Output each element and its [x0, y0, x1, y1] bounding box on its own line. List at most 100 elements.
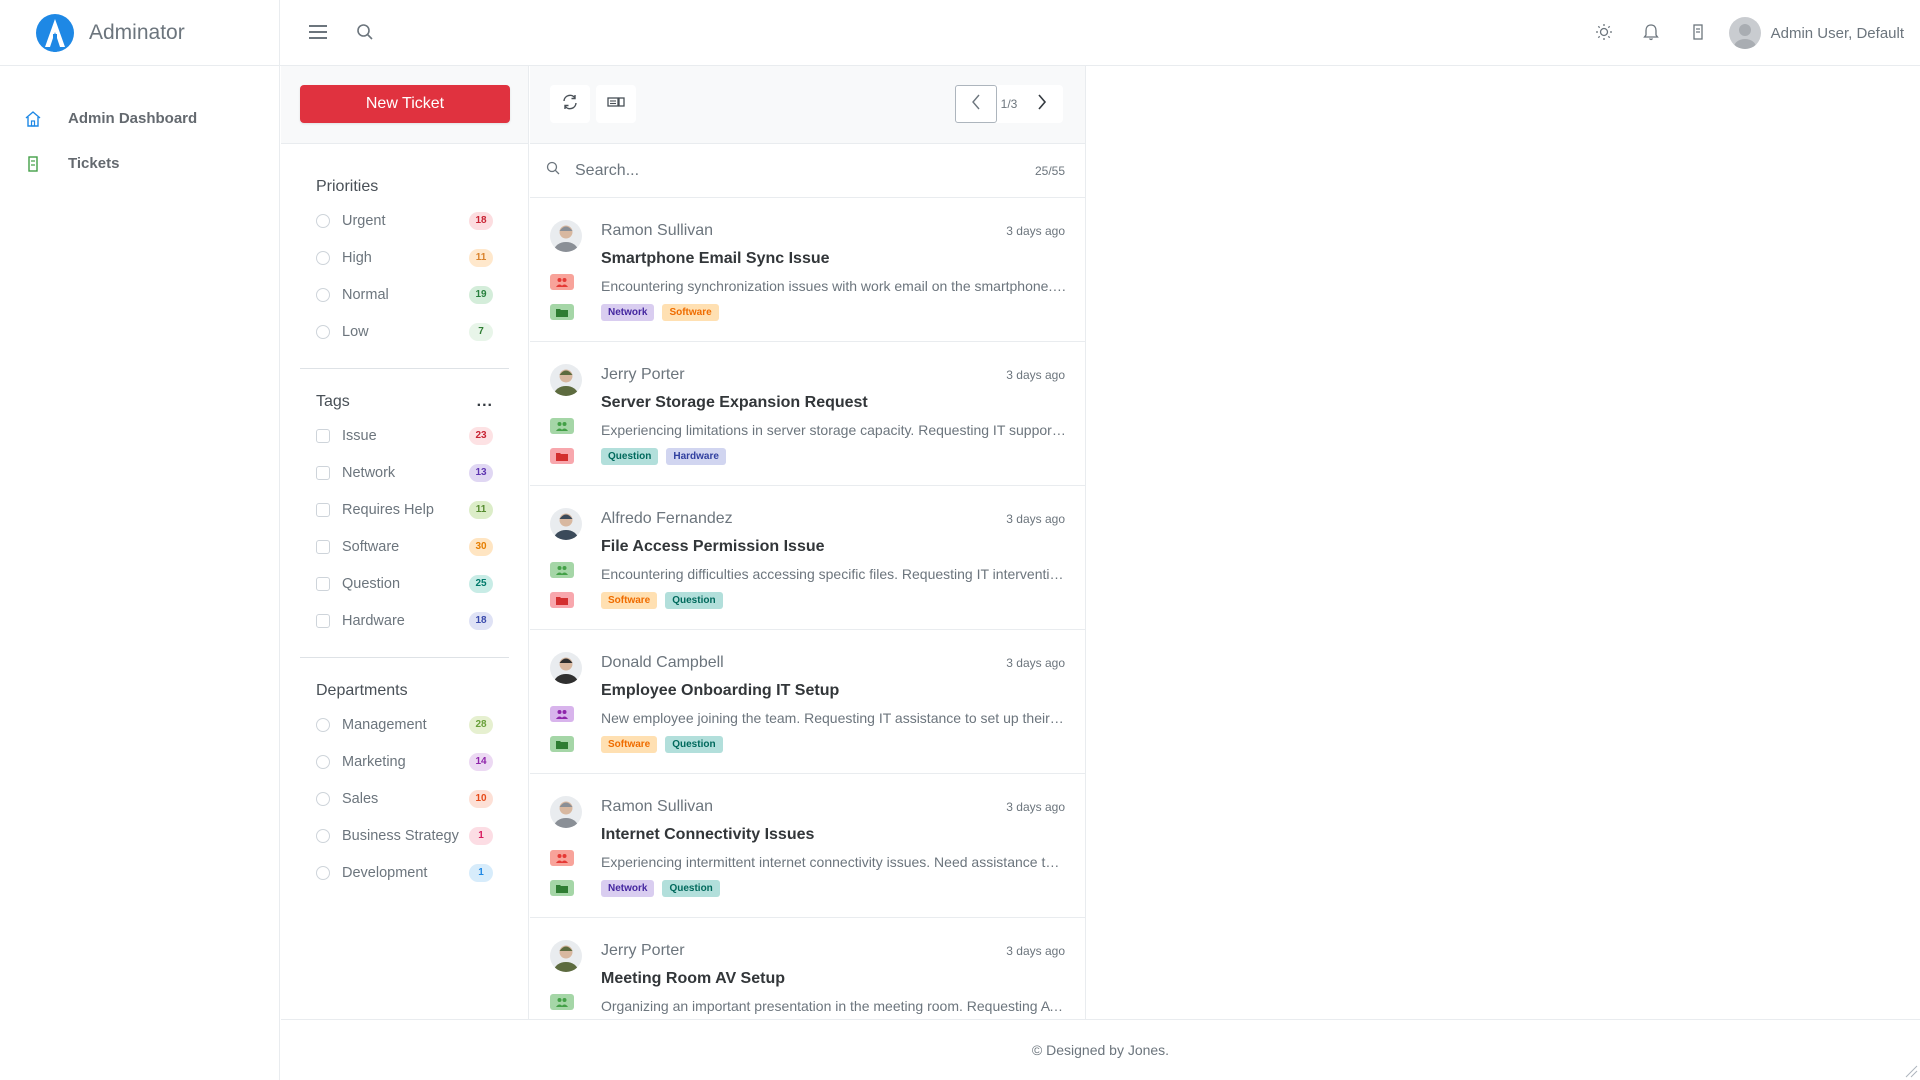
- radio-button[interactable]: [316, 791, 330, 806]
- tag-badge: Hardware: [666, 448, 726, 465]
- toggle-view-button[interactable]: [596, 85, 636, 123]
- checkbox[interactable]: [316, 465, 330, 480]
- tag-filter-network[interactable]: Network 13: [300, 454, 509, 491]
- more-icon[interactable]: ...: [477, 393, 493, 411]
- tag-badge: Software: [601, 736, 658, 753]
- ticket-row[interactable]: Ramon Sullivan 3 days ago Smartphone Email…: [530, 198, 1085, 342]
- brand-logo-area[interactable]: Adminator: [0, 0, 280, 66]
- ticket-tags: Software Question: [601, 736, 723, 753]
- checkbox[interactable]: [316, 576, 330, 591]
- count-badge: 25: [469, 574, 493, 593]
- radio-button[interactable]: [316, 828, 330, 843]
- home-icon: [24, 110, 42, 128]
- avatar: [550, 364, 582, 396]
- filter-label: Marketing: [342, 753, 406, 770]
- ticket-title: File Access Permission Issue: [601, 538, 825, 555]
- avatar: [1728, 17, 1761, 49]
- sidebar-item-label: Admin Dashboard: [68, 110, 198, 127]
- divider: [300, 368, 509, 369]
- ticket-search-input[interactable]: [575, 161, 1035, 180]
- tag-filter-hardware[interactable]: Hardware 18: [300, 602, 509, 639]
- priorities-filter: Priorities Urgent 18 High 11 Normal 19 Low 7: [281, 172, 528, 350]
- prev-page-button[interactable]: [955, 85, 997, 123]
- filter-label: High: [342, 249, 372, 266]
- bookmark-icon[interactable]: [1686, 20, 1710, 44]
- department-filter-marketing[interactable]: Marketing 14: [300, 743, 509, 780]
- result-count: 25/55: [1034, 163, 1065, 178]
- ticket-row[interactable]: Donald Campbell 3 days ago Employee Onboar…: [530, 630, 1085, 774]
- ticket-title: Internet Connectivity Issues: [601, 826, 815, 843]
- ticket-time: 3 days ago: [1006, 512, 1065, 526]
- ticket-row[interactable]: Jerry Porter 3 days ago Server Storage Exp…: [530, 342, 1085, 486]
- resize-grip-icon[interactable]: [1904, 1064, 1918, 1078]
- ticket-requester: Ramon Sullivan: [601, 222, 714, 239]
- count-badge: 13: [469, 463, 493, 482]
- search-icon[interactable]: [353, 20, 377, 44]
- departments-filter: Departments Management 28 Marketing 14 Sales…: [281, 676, 528, 891]
- ticket-row[interactable]: Alfredo Fernandez 3 days ago File Access P…: [530, 486, 1085, 630]
- ticket-row[interactable]: Ramon Sullivan 3 days ago Internet Connect…: [530, 774, 1085, 918]
- filter-label: Low: [342, 323, 369, 340]
- sidebar-item-admin-dashboard[interactable]: Admin Dashboard: [0, 96, 279, 141]
- ticket-tags: Network Question: [601, 880, 720, 897]
- tag-badge: Question: [665, 736, 723, 753]
- sidebar-item-tickets[interactable]: Tickets: [0, 141, 279, 186]
- ticket-row[interactable]: Jerry Porter 3 days ago Meeting Room AV Se…: [530, 918, 1085, 1019]
- chevron-right-icon: [1037, 93, 1047, 115]
- folder-icon: [550, 880, 574, 896]
- new-ticket-button[interactable]: New Ticket: [300, 85, 510, 123]
- ticket-list-panel: 1/3 25/55 Ramon Sullivan 3 days ago Smartp…: [530, 66, 1086, 1019]
- sun-icon[interactable]: [1592, 20, 1616, 44]
- priority-filter-low[interactable]: Low 7: [300, 313, 509, 350]
- next-page-button[interactable]: [1021, 85, 1063, 123]
- checkbox[interactable]: [316, 502, 330, 517]
- filter-label: Business Strategy: [342, 827, 459, 844]
- department-filter-development[interactable]: Development 1: [300, 854, 509, 891]
- priority-filter-normal[interactable]: Normal 19: [300, 276, 509, 313]
- radio-button[interactable]: [316, 754, 330, 769]
- tag-badge: Question: [665, 592, 723, 609]
- radio-button[interactable]: [316, 324, 330, 339]
- checkbox[interactable]: [316, 428, 330, 443]
- count-badge: 1: [469, 826, 493, 845]
- checkbox[interactable]: [316, 539, 330, 554]
- tag-badge: Network: [601, 304, 655, 321]
- user-menu[interactable]: Admin User, Default: [1728, 17, 1904, 49]
- bell-icon[interactable]: [1639, 20, 1663, 44]
- count-badge: 1: [469, 863, 493, 882]
- priority-icon: [550, 994, 574, 1010]
- tag-filter-software[interactable]: Software 30: [300, 528, 509, 565]
- count-badge: 11: [469, 500, 493, 519]
- refresh-button[interactable]: [550, 85, 590, 123]
- folder-icon: [550, 592, 574, 608]
- menu-icon[interactable]: [306, 20, 330, 44]
- radio-button[interactable]: [316, 717, 330, 732]
- tag-filter-requires-help[interactable]: Requires Help 11: [300, 491, 509, 528]
- count-badge: 10: [469, 789, 493, 808]
- department-filter-business-strategy[interactable]: Business Strategy 1: [300, 817, 509, 854]
- tags-header: Tags ...: [300, 387, 509, 417]
- tag-filter-question[interactable]: Question 25: [300, 565, 509, 602]
- ticket-title: Employee Onboarding IT Setup: [601, 682, 840, 699]
- folder-icon: [550, 736, 574, 752]
- tag-filter-issue[interactable]: Issue 23: [300, 417, 509, 454]
- radio-button[interactable]: [316, 250, 330, 265]
- count-badge: 28: [469, 715, 493, 734]
- department-filter-sales[interactable]: Sales 10: [300, 780, 509, 817]
- divider: [300, 657, 509, 658]
- ticket-tags: Network Software: [601, 304, 719, 321]
- filter-label: Development: [342, 864, 428, 881]
- avatar: [550, 652, 582, 684]
- radio-button[interactable]: [316, 287, 330, 302]
- radio-button[interactable]: [316, 865, 330, 880]
- priority-filter-urgent[interactable]: Urgent 18: [300, 202, 509, 239]
- radio-button[interactable]: [316, 213, 330, 228]
- filter-label: Urgent: [342, 212, 386, 229]
- priority-icon: [550, 850, 574, 866]
- page-indicator: 1/3: [1000, 97, 1018, 111]
- checkbox[interactable]: [316, 613, 330, 628]
- filter-label: Management: [342, 716, 427, 733]
- department-filter-management[interactable]: Management 28: [300, 706, 509, 743]
- priority-icon: [550, 274, 574, 290]
- priority-filter-high[interactable]: High 11: [300, 239, 509, 276]
